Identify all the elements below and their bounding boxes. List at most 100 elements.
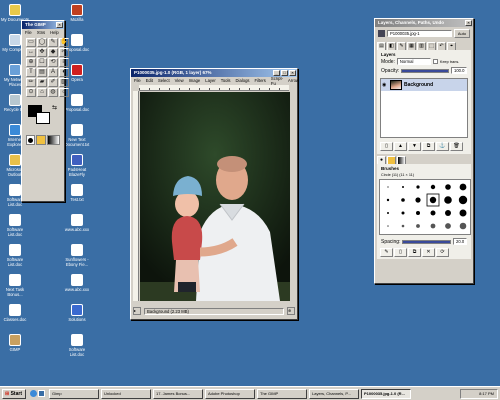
swap-colors-icon[interactable]: ⇆ [52, 104, 57, 111]
brush-item[interactable] [415, 197, 421, 203]
refresh-brushes-icon[interactable]: ⟳ [436, 248, 449, 257]
desktop-icon[interactable]: Test.txt [62, 184, 92, 202]
edit-brush-icon[interactable]: ✎ [380, 248, 393, 257]
brush-item[interactable] [387, 225, 389, 227]
tool-icon[interactable]: ◆ [48, 48, 58, 57]
menu-item[interactable]: Script-Fu [271, 76, 283, 86]
delete-brush-icon[interactable]: ✕ [422, 248, 435, 257]
taskbar-button[interactable]: P1000035.jpg-1.0 (R... [361, 388, 411, 399]
brush-item[interactable] [444, 196, 452, 204]
pattern-preview-icon[interactable] [36, 135, 46, 145]
taskbar-button[interactable]: 17. James Bonus... [153, 388, 203, 399]
menu-item[interactable]: File [25, 30, 32, 35]
desktop-icon[interactable]: Sunflowers - Ebony Fie... [62, 244, 92, 267]
brush-item[interactable] [459, 222, 467, 230]
tab-colormap-icon[interactable]: ▦ [407, 42, 416, 50]
tool-icon[interactable]: ▤ [37, 68, 47, 77]
tool-icon[interactable]: ⊙ [26, 88, 36, 97]
tab-gradients-icon[interactable] [397, 156, 406, 164]
new-layer-icon[interactable]: ▯ [380, 142, 393, 151]
menu-item[interactable]: Arrow [288, 78, 299, 83]
tool-icon[interactable]: ↔ [26, 48, 36, 57]
tool-icon[interactable]: ▨ [59, 78, 69, 87]
menu-item[interactable]: File [134, 78, 141, 83]
background-color-swatch[interactable] [36, 112, 50, 124]
keep-trans-checkbox[interactable] [432, 59, 438, 64]
delete-layer-icon[interactable]: 🗑 [450, 142, 463, 151]
spacing-value[interactable]: 20.0 [453, 238, 467, 245]
brush-item[interactable] [430, 223, 436, 229]
brush-item[interactable] [445, 184, 451, 190]
brush-item[interactable] [445, 210, 451, 216]
tab-navigation-icon[interactable]: ⌖ [447, 42, 456, 50]
new-brush-icon[interactable]: ▯ [394, 248, 407, 257]
tool-icon[interactable]: ◐ [59, 68, 69, 77]
desktop-icon[interactable]: Software List.doc [62, 334, 92, 357]
brush-item[interactable] [445, 223, 451, 229]
brush-item[interactable] [401, 224, 405, 228]
image-selector[interactable]: P1000035.jpg-1 [387, 30, 452, 37]
brush-item[interactable] [430, 210, 436, 216]
tool-icon[interactable]: ✂ [59, 48, 69, 57]
tool-icon[interactable]: ✏ [26, 78, 36, 87]
desktop-icon[interactable]: Classes.doc [0, 304, 30, 322]
layer-row[interactable]: ◉ Background [381, 79, 467, 91]
brush-item[interactable] [430, 184, 436, 190]
close-icon[interactable]: × [56, 22, 63, 28]
eye-icon[interactable]: ◉ [382, 82, 388, 88]
taskbar-button[interactable]: Layers, Channels, P... [309, 388, 359, 399]
tool-icon[interactable]: ☐ [37, 58, 47, 67]
image-titlebar[interactable]: P1000035.jpg-1.0 (RGB, 1 layer) 67% _ □ … [131, 69, 297, 77]
brush-item[interactable] [387, 212, 389, 214]
tool-icon[interactable]: ✋ [59, 38, 69, 47]
tool-icon[interactable]: T [26, 68, 36, 77]
tab-layers-icon[interactable]: ▤ [377, 42, 386, 50]
brush-item[interactable] [416, 224, 420, 228]
brush-item[interactable] [458, 195, 468, 205]
menu-item[interactable]: Layer [205, 78, 215, 83]
desktop-icon[interactable]: www.abc.xxx [62, 214, 92, 232]
desktop-icon[interactable]: Solutions [62, 304, 92, 322]
auto-button[interactable]: Auto [454, 29, 470, 38]
brush-item[interactable] [386, 198, 390, 202]
menu-item[interactable]: Tools [221, 78, 231, 83]
taskbar-button[interactable]: Unlocked [101, 388, 151, 399]
desktop-icon[interactable] [38, 390, 45, 397]
desktop-icon[interactable]: Next Task Bonus... [0, 274, 30, 297]
tool-icon[interactable]: ⊕ [26, 58, 36, 67]
zoom-icon[interactable]: ⊕ [287, 307, 295, 315]
tool-icon[interactable]: A [48, 68, 58, 77]
menu-item[interactable]: View [175, 78, 184, 83]
start-button[interactable]: ⊞ Start [2, 388, 26, 399]
brush-pattern-gradient[interactable] [26, 135, 60, 145]
menu-item[interactable]: Help [50, 30, 59, 35]
menu-item[interactable]: Select [158, 78, 170, 83]
image-canvas[interactable] [140, 92, 290, 301]
taskbar-button[interactable]: Gimp [49, 388, 99, 399]
tool-icon[interactable]: ✥ [37, 48, 47, 57]
mode-select[interactable]: Normal [396, 58, 431, 65]
brush-item[interactable] [459, 209, 467, 217]
tab-histogram-icon[interactable]: ▥ [417, 42, 426, 50]
close-icon[interactable]: × [465, 20, 472, 26]
brush-item[interactable] [387, 186, 389, 188]
brush-item[interactable] [401, 198, 405, 202]
tab-paths-icon[interactable]: ✎ [397, 42, 406, 50]
tool-icon[interactable]: ◯ [37, 38, 47, 47]
tool-icon[interactable]: ▰ [37, 78, 47, 87]
lower-layer-icon[interactable]: ▼ [408, 142, 421, 151]
minimize-icon[interactable]: _ [273, 70, 280, 76]
brush-item[interactable] [416, 185, 420, 189]
taskbar-button[interactable]: Adobe Photoshop [205, 388, 255, 399]
tab-channels-icon[interactable]: ◧ [387, 42, 396, 50]
tool-icon[interactable]: ✐ [48, 78, 58, 87]
navigate-icon[interactable]: ▸ [133, 307, 141, 315]
anchor-layer-icon[interactable]: ⚓ [436, 142, 449, 151]
desktop-icon[interactable]: Software List.doc [0, 244, 30, 267]
menu-item[interactable]: Dialogs [236, 78, 250, 83]
duplicate-layer-icon[interactable]: ⧉ [422, 142, 435, 151]
brush-item[interactable] [401, 211, 405, 215]
tab-undo-icon[interactable]: ↶ [437, 42, 446, 50]
maximize-icon[interactable]: □ [281, 70, 288, 76]
menu-item[interactable]: Filters [255, 78, 266, 83]
